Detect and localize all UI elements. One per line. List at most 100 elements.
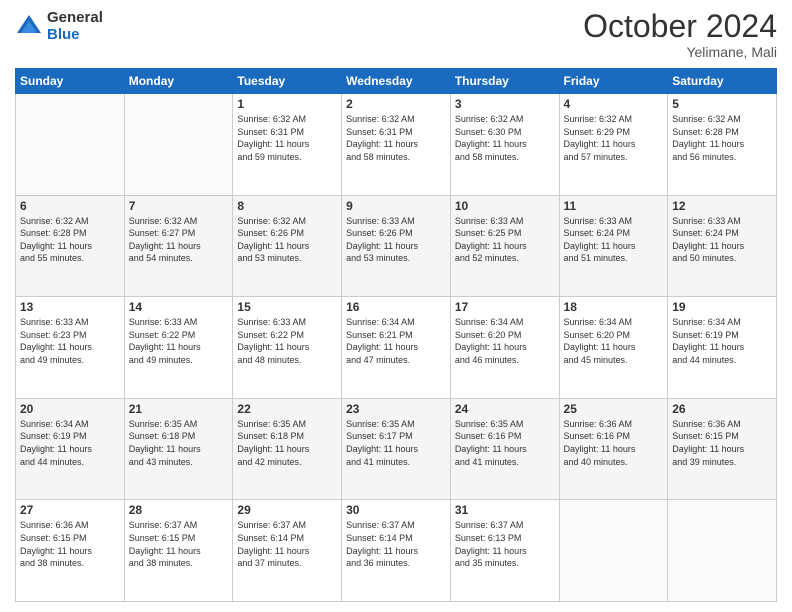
day-info: Sunrise: 6:33 AM Sunset: 6:24 PM Dayligh… (672, 215, 772, 265)
logo-general: General (47, 10, 103, 27)
day-number: 30 (346, 503, 446, 517)
day-header-sunday: Sunday (16, 69, 125, 94)
calendar-cell: 2 Sunrise: 6:32 AM Sunset: 6:31 PM Daylig… (342, 94, 451, 196)
calendar-cell: 7Sunrise: 6:32 AM Sunset: 6:27 PM Daylig… (124, 195, 233, 297)
calendar-cell: 25Sunrise: 6:36 AM Sunset: 6:16 PM Dayli… (559, 398, 668, 500)
day-number: 21 (129, 402, 229, 416)
day-number: 29 (237, 503, 337, 517)
day-number: 25 (564, 402, 664, 416)
calendar-cell: 26Sunrise: 6:36 AM Sunset: 6:15 PM Dayli… (668, 398, 777, 500)
day-info: Sunrise: 6:37 AM Sunset: 6:14 PM Dayligh… (346, 519, 446, 569)
calendar-cell: 23 Sunrise: 6:35 AM Sunset: 6:17 PM Dayli… (342, 398, 451, 500)
logo-text: General Blue (47, 10, 103, 43)
day-number: 8 (237, 199, 337, 213)
calendar-cell: 18 Sunrise: 6:34 AM Sunset: 6:20 PM Dayli… (559, 297, 668, 399)
calendar-cell: 28Sunrise: 6:37 AM Sunset: 6:15 PM Dayli… (124, 500, 233, 602)
day-info: Sunrise: 6:32 AM Sunset: 6:29 PM Dayligh… (564, 113, 664, 163)
day-number: 18 (564, 300, 664, 314)
day-info: Sunrise: 6:33 AM Sunset: 6:22 PM Dayligh… (237, 316, 337, 366)
day-number: 28 (129, 503, 229, 517)
day-number: 31 (455, 503, 555, 517)
calendar-cell: 27 Sunrise: 6:36 AM Sunset: 6:15 PM Dayli… (16, 500, 125, 602)
calendar-cell: 29 Sunrise: 6:37 AM Sunset: 6:14 PM Dayli… (233, 500, 342, 602)
day-number: 15 (237, 300, 337, 314)
day-number: 22 (237, 402, 337, 416)
calendar-cell: 21 Sunrise: 6:35 AM Sunset: 6:18 PM Dayli… (124, 398, 233, 500)
day-number: 23 (346, 402, 446, 416)
logo: General Blue (15, 10, 103, 43)
day-number: 26 (672, 402, 772, 416)
calendar-cell (16, 94, 125, 196)
day-info: Sunrise: 6:33 AM Sunset: 6:23 PM Dayligh… (20, 316, 120, 366)
logo-icon (15, 13, 43, 41)
day-info: Sunrise: 6:34 AM Sunset: 6:20 PM Dayligh… (564, 316, 664, 366)
calendar-week-row: 27 Sunrise: 6:36 AM Sunset: 6:15 PM Dayli… (16, 500, 777, 602)
day-number: 6 (20, 199, 120, 213)
calendar-cell: 13 Sunrise: 6:33 AM Sunset: 6:23 PM Dayli… (16, 297, 125, 399)
day-info: Sunrise: 6:32 AM Sunset: 6:30 PM Dayligh… (455, 113, 555, 163)
page: General Blue October 2024 Yelimane, Mali… (0, 0, 792, 612)
day-info: Sunrise: 6:32 AM Sunset: 6:31 PM Dayligh… (346, 113, 446, 163)
calendar-cell: 6 Sunrise: 6:32 AM Sunset: 6:28 PM Daylig… (16, 195, 125, 297)
day-info: Sunrise: 6:37 AM Sunset: 6:13 PM Dayligh… (455, 519, 555, 569)
day-info: Sunrise: 6:32 AM Sunset: 6:28 PM Dayligh… (20, 215, 120, 265)
day-number: 5 (672, 97, 772, 111)
day-info: Sunrise: 6:35 AM Sunset: 6:17 PM Dayligh… (346, 418, 446, 468)
day-number: 4 (564, 97, 664, 111)
day-info: Sunrise: 6:36 AM Sunset: 6:15 PM Dayligh… (20, 519, 120, 569)
day-info: Sunrise: 6:33 AM Sunset: 6:24 PM Dayligh… (564, 215, 664, 265)
day-number: 2 (346, 97, 446, 111)
day-number: 7 (129, 199, 229, 213)
calendar-cell: 20Sunrise: 6:34 AM Sunset: 6:19 PM Dayli… (16, 398, 125, 500)
header: General Blue October 2024 Yelimane, Mali (15, 10, 777, 60)
day-header-monday: Monday (124, 69, 233, 94)
calendar-cell: 12 Sunrise: 6:33 AM Sunset: 6:24 PM Dayli… (668, 195, 777, 297)
day-info: Sunrise: 6:32 AM Sunset: 6:31 PM Dayligh… (237, 113, 337, 163)
day-number: 20 (20, 402, 120, 416)
day-info: Sunrise: 6:35 AM Sunset: 6:18 PM Dayligh… (237, 418, 337, 468)
day-info: Sunrise: 6:37 AM Sunset: 6:14 PM Dayligh… (237, 519, 337, 569)
day-info: Sunrise: 6:32 AM Sunset: 6:28 PM Dayligh… (672, 113, 772, 163)
day-info: Sunrise: 6:33 AM Sunset: 6:22 PM Dayligh… (129, 316, 229, 366)
calendar-cell: 17Sunrise: 6:34 AM Sunset: 6:20 PM Dayli… (450, 297, 559, 399)
calendar-cell: 22 Sunrise: 6:35 AM Sunset: 6:18 PM Dayli… (233, 398, 342, 500)
day-info: Sunrise: 6:35 AM Sunset: 6:18 PM Dayligh… (129, 418, 229, 468)
day-number: 1 (237, 97, 337, 111)
calendar-header-row: SundayMondayTuesdayWednesdayThursdayFrid… (16, 69, 777, 94)
day-number: 19 (672, 300, 772, 314)
day-number: 14 (129, 300, 229, 314)
calendar-week-row: 1 Sunrise: 6:32 AM Sunset: 6:31 PM Daylig… (16, 94, 777, 196)
calendar-cell: 24Sunrise: 6:35 AM Sunset: 6:16 PM Dayli… (450, 398, 559, 500)
day-number: 11 (564, 199, 664, 213)
day-number: 10 (455, 199, 555, 213)
day-info: Sunrise: 6:33 AM Sunset: 6:26 PM Dayligh… (346, 215, 446, 265)
day-info: Sunrise: 6:34 AM Sunset: 6:19 PM Dayligh… (672, 316, 772, 366)
calendar-cell (668, 500, 777, 602)
day-number: 13 (20, 300, 120, 314)
calendar-week-row: 6 Sunrise: 6:32 AM Sunset: 6:28 PM Daylig… (16, 195, 777, 297)
calendar-cell: 4 Sunrise: 6:32 AM Sunset: 6:29 PM Daylig… (559, 94, 668, 196)
calendar-cell: 19 Sunrise: 6:34 AM Sunset: 6:19 PM Dayli… (668, 297, 777, 399)
logo-blue-text: Blue (47, 27, 103, 44)
day-header-wednesday: Wednesday (342, 69, 451, 94)
day-info: Sunrise: 6:34 AM Sunset: 6:21 PM Dayligh… (346, 316, 446, 366)
calendar-table: SundayMondayTuesdayWednesdayThursdayFrid… (15, 68, 777, 602)
calendar-cell: 10Sunrise: 6:33 AM Sunset: 6:25 PM Dayli… (450, 195, 559, 297)
day-header-tuesday: Tuesday (233, 69, 342, 94)
day-number: 27 (20, 503, 120, 517)
day-info: Sunrise: 6:34 AM Sunset: 6:20 PM Dayligh… (455, 316, 555, 366)
calendar-week-row: 20Sunrise: 6:34 AM Sunset: 6:19 PM Dayli… (16, 398, 777, 500)
calendar-cell (124, 94, 233, 196)
calendar-cell: 15 Sunrise: 6:33 AM Sunset: 6:22 PM Dayli… (233, 297, 342, 399)
day-header-thursday: Thursday (450, 69, 559, 94)
calendar-cell (559, 500, 668, 602)
calendar-cell: 31 Sunrise: 6:37 AM Sunset: 6:13 PM Dayli… (450, 500, 559, 602)
month-title: October 2024 (583, 10, 777, 42)
calendar-cell: 11 Sunrise: 6:33 AM Sunset: 6:24 PM Dayli… (559, 195, 668, 297)
day-number: 12 (672, 199, 772, 213)
header-right: October 2024 Yelimane, Mali (583, 10, 777, 60)
day-header-friday: Friday (559, 69, 668, 94)
calendar-cell: 8Sunrise: 6:32 AM Sunset: 6:26 PM Daylig… (233, 195, 342, 297)
location: Yelimane, Mali (583, 44, 777, 60)
day-info: Sunrise: 6:35 AM Sunset: 6:16 PM Dayligh… (455, 418, 555, 468)
